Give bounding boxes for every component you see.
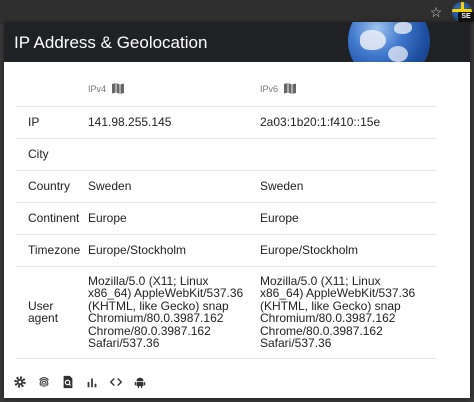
table-row: User agent Mozilla/5.0 (X11; Linux x86_6… xyxy=(16,266,436,359)
bookmark-star-icon[interactable]: ☆ xyxy=(428,4,444,20)
popup-header: IP Address & Geolocation xyxy=(4,22,470,62)
row-label: Timezone xyxy=(16,234,88,267)
table-row: Country Sweden Sweden xyxy=(16,170,436,203)
ipv4-value: Europe xyxy=(88,202,260,235)
ipv6-column-label: IPv6 xyxy=(260,83,279,94)
header-ipv6: IPv6 xyxy=(260,72,436,107)
row-label: City xyxy=(16,138,88,171)
row-label: IP xyxy=(16,106,88,139)
browser-toolbar: ☆ SE xyxy=(0,0,474,24)
ip-info-table: IPv4 IPv6 IP 141.98.255.145 2a03:1b20:1:… xyxy=(16,72,436,359)
ipv6-value xyxy=(260,138,436,171)
extension-popup: IP Address & Geolocation IPv4 IPv6 IP 14… xyxy=(4,22,470,398)
ipv4-value xyxy=(88,138,260,171)
ipv6-value: 2a03:1b20:1:f410::15e xyxy=(260,106,436,139)
header-ipv4: IPv4 xyxy=(88,72,260,107)
ipv4-value: 141.98.255.145 xyxy=(88,106,260,139)
code-icon[interactable] xyxy=(108,374,124,390)
popup-body: IPv4 IPv6 IP 141.98.255.145 2a03:1b20:1:… xyxy=(4,62,470,364)
fingerprint-icon[interactable] xyxy=(36,374,52,390)
ipv6-value: Mozilla/5.0 (X11; Linux x86_64) AppleWeb… xyxy=(260,266,436,359)
table-row: IP 141.98.255.145 2a03:1b20:1:f410::15e xyxy=(16,106,436,139)
table-row: Continent Europe Europe xyxy=(16,202,436,235)
android-icon[interactable] xyxy=(132,374,148,390)
row-label: Country xyxy=(16,170,88,203)
row-label: Continent xyxy=(16,202,88,235)
extension-badge: SE xyxy=(458,12,474,22)
popup-title: IP Address & Geolocation xyxy=(14,33,208,52)
map-icon[interactable] xyxy=(284,83,297,95)
ipv4-column-label: IPv4 xyxy=(88,83,107,94)
ipv4-value: Sweden xyxy=(88,170,260,203)
table-row: Timezone Europe/Stockholm Europe/Stockho… xyxy=(16,234,436,267)
ipv6-value: Europe/Stockholm xyxy=(260,234,436,267)
ipv6-value: Sweden xyxy=(260,170,436,203)
ipv6-value: Europe xyxy=(260,202,436,235)
search-page-icon[interactable] xyxy=(60,374,76,390)
table-row: City xyxy=(16,138,436,171)
table-header-row: IPv4 IPv6 xyxy=(16,72,436,107)
row-label: User agent xyxy=(16,266,88,359)
popup-toolbar xyxy=(4,368,470,396)
globe-logo-icon xyxy=(348,22,430,62)
ipv4-value: Mozilla/5.0 (X11; Linux x86_64) AppleWeb… xyxy=(88,266,260,359)
map-icon[interactable] xyxy=(112,83,125,95)
bar-chart-icon[interactable] xyxy=(84,374,100,390)
gear-icon[interactable] xyxy=(12,374,28,390)
ipv4-value: Europe/Stockholm xyxy=(88,234,260,267)
header-empty xyxy=(16,72,88,107)
